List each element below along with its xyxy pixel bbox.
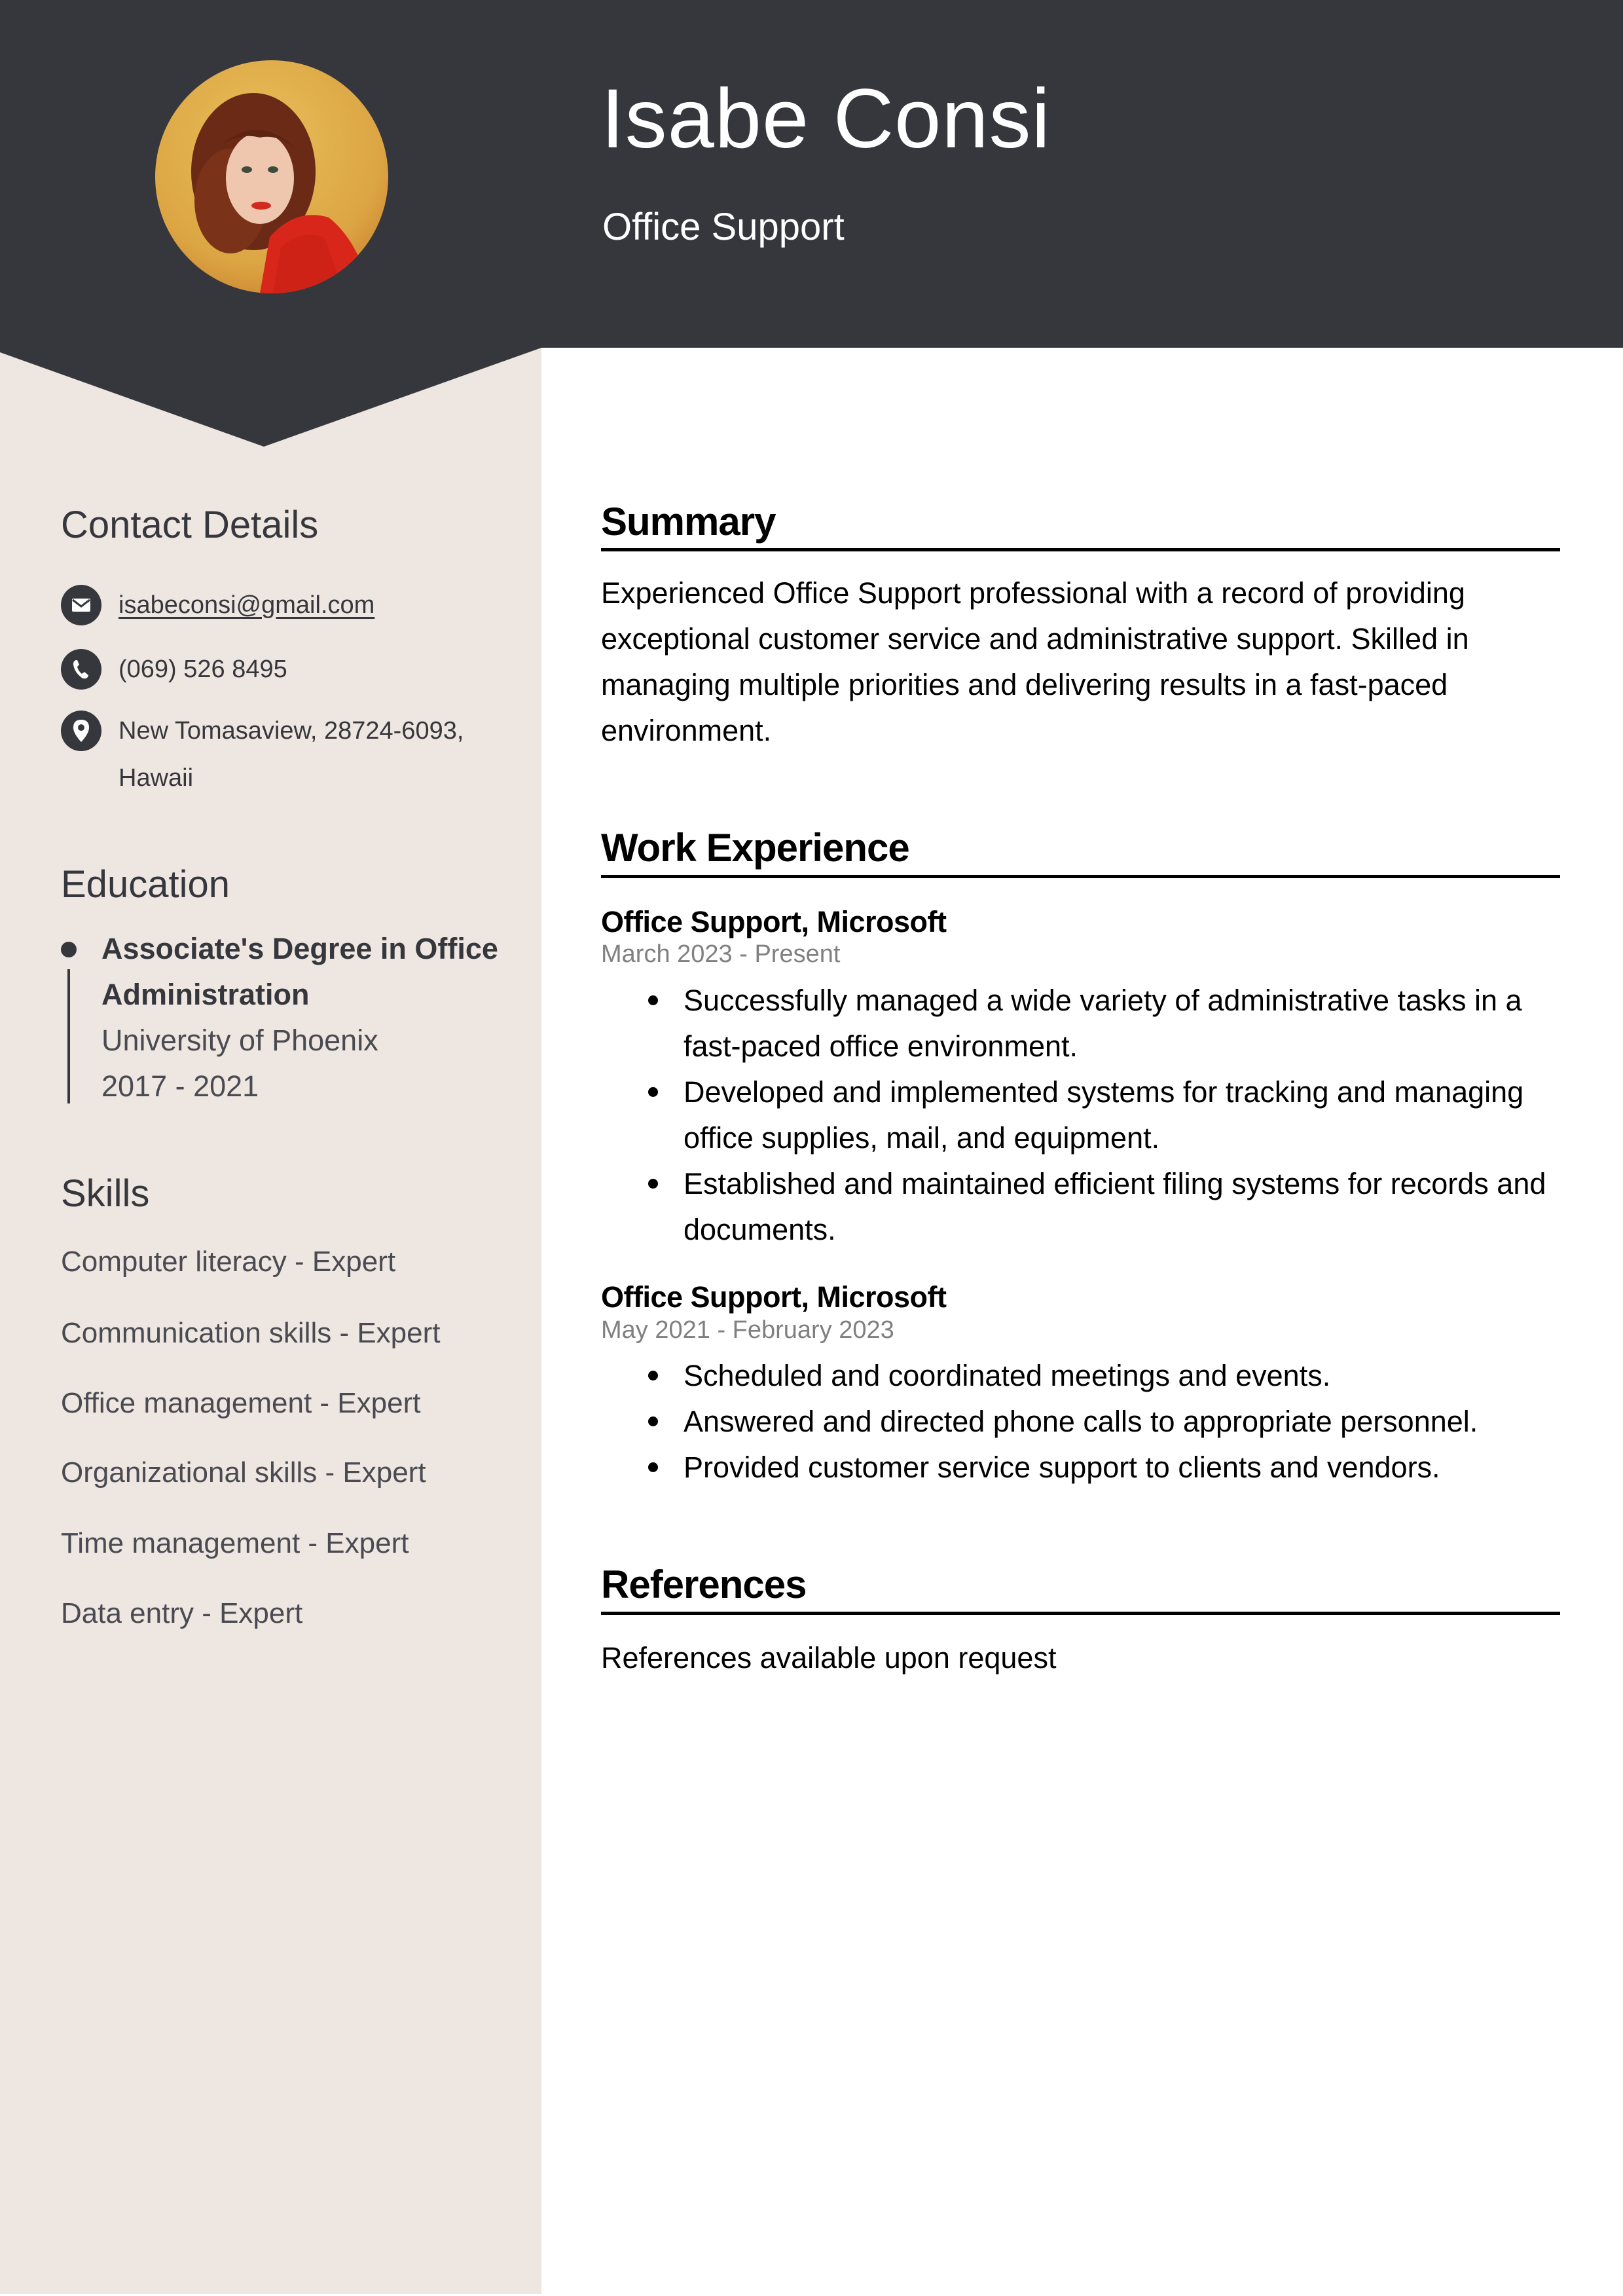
location-pin-icon bbox=[61, 711, 101, 751]
job-bullet: Developed and implemented systems for tr… bbox=[601, 1069, 1560, 1161]
job-bullet: Successfully managed a wide variety of a… bbox=[601, 978, 1560, 1069]
job-bullets: Scheduled and coordinated meetings and e… bbox=[601, 1353, 1560, 1491]
header-chevron bbox=[0, 341, 541, 447]
education-heading: Education bbox=[61, 863, 230, 906]
references-text: References available upon request bbox=[601, 1641, 1057, 1675]
summary-text: Experienced Office Support professional … bbox=[601, 576, 1469, 747]
job-bullet: Established and maintained efficient fil… bbox=[601, 1161, 1560, 1253]
references-heading: References bbox=[601, 1563, 807, 1606]
envelope-icon bbox=[61, 585, 101, 625]
job-bullet: Provided customer service support to cli… bbox=[601, 1445, 1560, 1491]
education-years: 2017 - 2021 bbox=[101, 1069, 259, 1103]
contact-details-heading: Contact Details bbox=[61, 504, 319, 546]
job-bullets: Successfully managed a wide variety of a… bbox=[601, 978, 1560, 1253]
job-dates: March 2023 - Present bbox=[601, 940, 841, 968]
timeline-dot bbox=[61, 942, 77, 957]
skill-item: Computer literacy - Expert bbox=[61, 1246, 396, 1278]
summary-heading: Summary bbox=[601, 500, 776, 544]
candidate-name: Isabe Consi bbox=[601, 72, 1051, 166]
job-bullet: Answered and directed phone calls to app… bbox=[601, 1399, 1560, 1445]
education-degree: Associate's Degree in Office Administrat… bbox=[101, 932, 498, 1011]
job-title: Office Support, Microsoft bbox=[601, 1280, 947, 1314]
job-bullet: Scheduled and coordinated meetings and e… bbox=[601, 1353, 1560, 1399]
email-link[interactable]: isabeconsi@gmail.com bbox=[119, 582, 374, 629]
job-dates: May 2021 - February 2023 bbox=[601, 1316, 894, 1344]
address-text: New Tomasaview, 28724-6093, Hawaii bbox=[119, 717, 464, 792]
profile-photo bbox=[155, 60, 388, 293]
skills-heading: Skills bbox=[61, 1172, 150, 1215]
timeline-line bbox=[67, 969, 70, 1103]
phone-number: (069) 526 8495 bbox=[119, 656, 287, 683]
skill-item: Time management - Expert bbox=[61, 1527, 409, 1559]
phone-icon bbox=[61, 649, 101, 690]
work-experience-divider bbox=[601, 875, 1560, 878]
skill-item: Office management - Expert bbox=[61, 1387, 421, 1419]
job-title-headline: Office Support bbox=[602, 206, 845, 248]
education-school: University of Phoenix bbox=[101, 1024, 378, 1057]
job-title: Office Support, Microsoft bbox=[601, 905, 947, 938]
contact-email[interactable]: isabeconsi@gmail.com bbox=[61, 585, 374, 629]
work-experience-heading: Work Experience bbox=[601, 826, 910, 870]
skill-item: Data entry - Expert bbox=[61, 1597, 303, 1629]
skill-item: Organizational skills - Expert bbox=[61, 1456, 426, 1489]
summary-divider bbox=[601, 548, 1560, 551]
contact-address: New Tomasaview, 28724-6093, Hawaii bbox=[61, 711, 532, 802]
contact-phone: (069) 526 8495 bbox=[61, 649, 287, 693]
skill-item: Communication skills - Expert bbox=[61, 1317, 441, 1349]
references-divider bbox=[601, 1612, 1560, 1615]
